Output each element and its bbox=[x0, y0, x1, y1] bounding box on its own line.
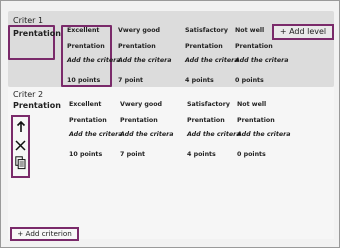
level-title: Excellent bbox=[69, 101, 102, 108]
criterion-2-level-4[interactable]: Not well Prentation Add the critera 0 po… bbox=[237, 100, 293, 159]
level-name: Prentation bbox=[185, 43, 223, 50]
level-title: Not well bbox=[237, 101, 267, 108]
level-points[interactable]: 0 points bbox=[237, 150, 293, 159]
level-title: Excellent bbox=[67, 27, 100, 34]
level-name: Prentation bbox=[69, 117, 107, 124]
criterion-1-name: Prentation bbox=[13, 29, 61, 38]
rubric-editor: Criter 1 Prentation Excellent Prentation… bbox=[0, 0, 340, 248]
level-criteria[interactable]: Add the critera bbox=[118, 57, 174, 72]
level-points[interactable]: 4 points bbox=[185, 76, 241, 85]
level-title: Vwery good bbox=[118, 27, 161, 34]
level-name: Prentation bbox=[237, 117, 275, 124]
level-criteria[interactable]: Add the critera bbox=[187, 131, 243, 146]
level-name: Prentation bbox=[67, 43, 105, 50]
level-title: Satisfactory bbox=[187, 101, 230, 108]
criterion-1-name-field[interactable]: Prentation bbox=[8, 25, 61, 60]
level-criteria[interactable]: Add the critera bbox=[237, 131, 293, 146]
level-criteria[interactable]: Add the critera bbox=[235, 57, 291, 72]
copy-icon[interactable] bbox=[14, 156, 27, 170]
criterion-1-title: Criter 1 bbox=[13, 16, 44, 25]
level-criteria[interactable]: Add the critera bbox=[67, 57, 123, 72]
criterion-2-actions bbox=[11, 115, 30, 178]
level-points[interactable]: 10 points bbox=[69, 150, 125, 159]
criterion-1-level-1[interactable]: Excellent Prentation Add the critera 10 … bbox=[67, 26, 123, 85]
criterion-2-name[interactable]: Prentation bbox=[13, 101, 61, 110]
level-points[interactable]: 7 point bbox=[118, 76, 174, 85]
level-name: Prentation bbox=[187, 117, 225, 124]
level-points[interactable]: 10 points bbox=[67, 76, 123, 85]
level-criteria[interactable]: Add the critera bbox=[120, 131, 176, 146]
criterion-1-level-2[interactable]: Vwery good Prentation Add the critera 7 … bbox=[118, 26, 174, 85]
level-title: Vwery good bbox=[120, 101, 163, 108]
close-icon[interactable] bbox=[14, 138, 27, 152]
criterion-2-level-3[interactable]: Satisfactory Prentation Add the critera … bbox=[187, 100, 243, 159]
level-title: Satisfactory bbox=[185, 27, 228, 34]
criterion-2-level-1[interactable]: Excellent Prentation Add the critera 10 … bbox=[69, 100, 125, 159]
level-criteria[interactable]: Add the critera bbox=[185, 57, 241, 72]
level-name: Prentation bbox=[235, 43, 273, 50]
level-name: Prentation bbox=[118, 43, 156, 50]
up-arrow-icon[interactable] bbox=[14, 120, 27, 134]
level-criteria[interactable]: Add the critera bbox=[69, 131, 125, 146]
add-level-button[interactable]: + Add level bbox=[272, 24, 334, 40]
level-points[interactable]: 7 point bbox=[120, 150, 176, 159]
level-name: Prentation bbox=[120, 117, 158, 124]
level-points[interactable]: 4 points bbox=[187, 150, 243, 159]
add-criterion-button[interactable]: + Add criterion bbox=[10, 227, 79, 241]
criterion-2-level-2[interactable]: Vwery good Prentation Add the critera 7 … bbox=[120, 100, 176, 159]
level-points[interactable]: 0 points bbox=[235, 76, 291, 85]
criterion-1-level-3[interactable]: Satisfactory Prentation Add the critera … bbox=[185, 26, 241, 85]
criterion-2-title: Criter 2 bbox=[13, 90, 44, 99]
